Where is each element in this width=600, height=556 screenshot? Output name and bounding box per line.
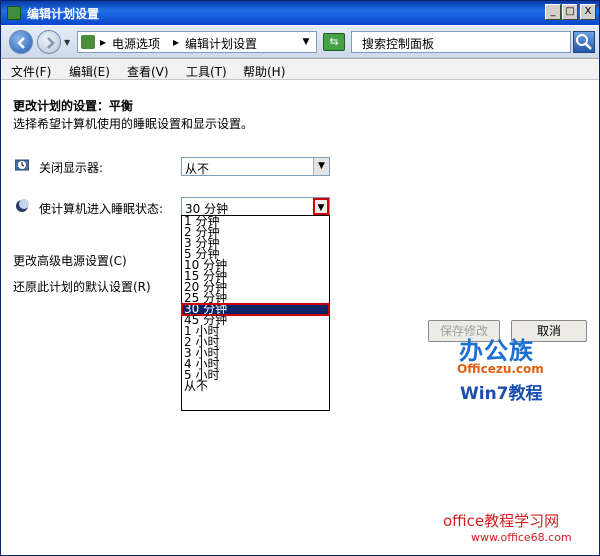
search-input[interactable]: 搜索控制面板 <box>351 31 571 53</box>
back-button[interactable] <box>9 30 33 54</box>
search-icon[interactable] <box>573 31 595 53</box>
watermark-bottom-url: www.office68.com <box>471 531 572 544</box>
watermark-logo: 办公族 <box>459 337 534 365</box>
crumb-separator-2[interactable]: ▸ <box>173 35 179 49</box>
sleep-moon-icon <box>16 199 29 212</box>
watermark-win7: Win7教程 <box>460 384 543 404</box>
sleep-label: 使计算机进入睡眠状态: <box>39 202 164 216</box>
forward-button[interactable] <box>37 30 61 54</box>
menu-help[interactable]: 帮助(H) <box>243 63 285 80</box>
forward-arrow-icon <box>47 37 55 49</box>
crumb-separator-1[interactable]: ▸ <box>100 35 106 49</box>
title-bar[interactable]: 编辑计划设置 _ □ X <box>1 1 599 25</box>
watermark-bottom-title: office教程学习网 <box>443 512 560 530</box>
minimize-button[interactable]: _ <box>545 4 561 20</box>
menu-view[interactable]: 查看(V) <box>127 63 169 80</box>
display-clock-icon <box>15 159 29 171</box>
breadcrumb-edit-plan[interactable]: 编辑计划设置 <box>185 35 257 52</box>
display-off-select[interactable]: 从不 ▼ <box>181 157 330 176</box>
watermark-site: Officezu.com <box>457 362 544 376</box>
display-off-value: 从不 <box>185 162 210 176</box>
menu-edit[interactable]: 编辑(E) <box>69 63 110 80</box>
menu-bar: 文件(F) 编辑(E) 查看(V) 工具(T) 帮助(H) <box>1 60 599 80</box>
menu-tools[interactable]: 工具(T) <box>186 63 227 80</box>
restore-defaults-link[interactable]: 还原此计划的默认设置(R) <box>13 278 151 295</box>
display-dropdown-chevron-icon[interactable]: ▼ <box>313 158 329 175</box>
menu-file[interactable]: 文件(F) <box>11 63 51 80</box>
breadcrumb-power-options[interactable]: 电源选项 <box>112 35 160 52</box>
page-title: 更改计划的设置：平衡 <box>13 99 134 113</box>
display-off-label: 关闭显示器: <box>39 161 104 175</box>
sleep-dropdown-chevron-icon[interactable]: ▼ <box>313 198 329 215</box>
window-title: 编辑计划设置 <box>27 7 100 21</box>
power-options-icon <box>7 6 21 20</box>
refresh-button[interactable]: ⇆ <box>323 33 345 51</box>
window: 编辑计划设置 _ □ X ▼ ▸ 电源选项 ▸ 编辑计划设置 ▼ ⇆ 搜索控制面… <box>0 0 600 556</box>
address-dropdown-icon[interactable]: ▼ <box>298 33 314 51</box>
recent-pages-chevron-icon[interactable]: ▼ <box>64 38 70 47</box>
page-description: 选择希望计算机使用的睡眠设置和显示设置。 <box>13 117 254 131</box>
sleep-option[interactable]: 从不 <box>182 380 329 392</box>
back-arrow-icon <box>17 37 25 49</box>
maximize-button[interactable]: □ <box>562 4 578 20</box>
address-bar: ▼ ▸ 电源选项 ▸ 编辑计划设置 ▼ ⇆ 搜索控制面板 <box>1 26 599 59</box>
sleep-options-list[interactable]: 1 分钟 2 分钟 3 分钟 5 分钟 10 分钟 15 分钟 20 分钟 25 分钟 30 分… <box>181 215 330 411</box>
advanced-settings-link[interactable]: 更改高级电源设置(C) <box>13 252 127 269</box>
address-field[interactable]: ▸ 电源选项 ▸ 编辑计划设置 ▼ <box>77 31 317 53</box>
control-panel-icon <box>81 35 95 49</box>
close-button[interactable]: X <box>580 4 596 20</box>
